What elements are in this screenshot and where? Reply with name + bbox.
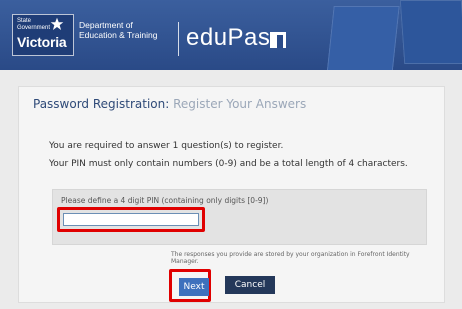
pin-requirement-text: Your PIN must only contain numbers (0-9)… <box>49 159 408 169</box>
header-banner: State Government Victoria Department of … <box>0 0 462 70</box>
star-logo-icon <box>50 17 64 30</box>
victoria-logo: State Government Victoria <box>12 14 74 56</box>
next-button[interactable]: Next <box>179 278 209 296</box>
decorative-tile <box>399 0 462 64</box>
pin-question-box: Please define a 4 digit PIN (containing … <box>52 189 427 245</box>
edupass-square-icon <box>270 32 286 48</box>
pin-input[interactable] <box>63 213 199 226</box>
registration-panel: Password Registration: Register Your Ans… <box>18 86 445 303</box>
logo-main-text: Victoria <box>17 34 67 50</box>
brand-title: eduPass <box>186 24 283 51</box>
storage-note: The responses you provide are stored by … <box>171 251 410 265</box>
cancel-button[interactable]: Cancel <box>225 276 275 294</box>
pin-input-highlight <box>57 207 205 232</box>
instruction-text: You are required to answer 1 question(s)… <box>49 141 284 151</box>
header-divider <box>178 22 179 56</box>
logo-small-text: State Government <box>17 18 51 31</box>
next-button-highlight: Next <box>169 269 211 302</box>
department-name: Department of Education & Training <box>79 20 158 40</box>
heading-prefix: Password Registration: <box>33 97 170 111</box>
decorative-tile <box>326 6 400 70</box>
heading-suffix: Register Your Answers <box>173 97 307 111</box>
pin-label: Please define a 4 digit PIN (containing … <box>61 196 269 205</box>
page-title: Password Registration: Register Your Ans… <box>33 97 306 111</box>
